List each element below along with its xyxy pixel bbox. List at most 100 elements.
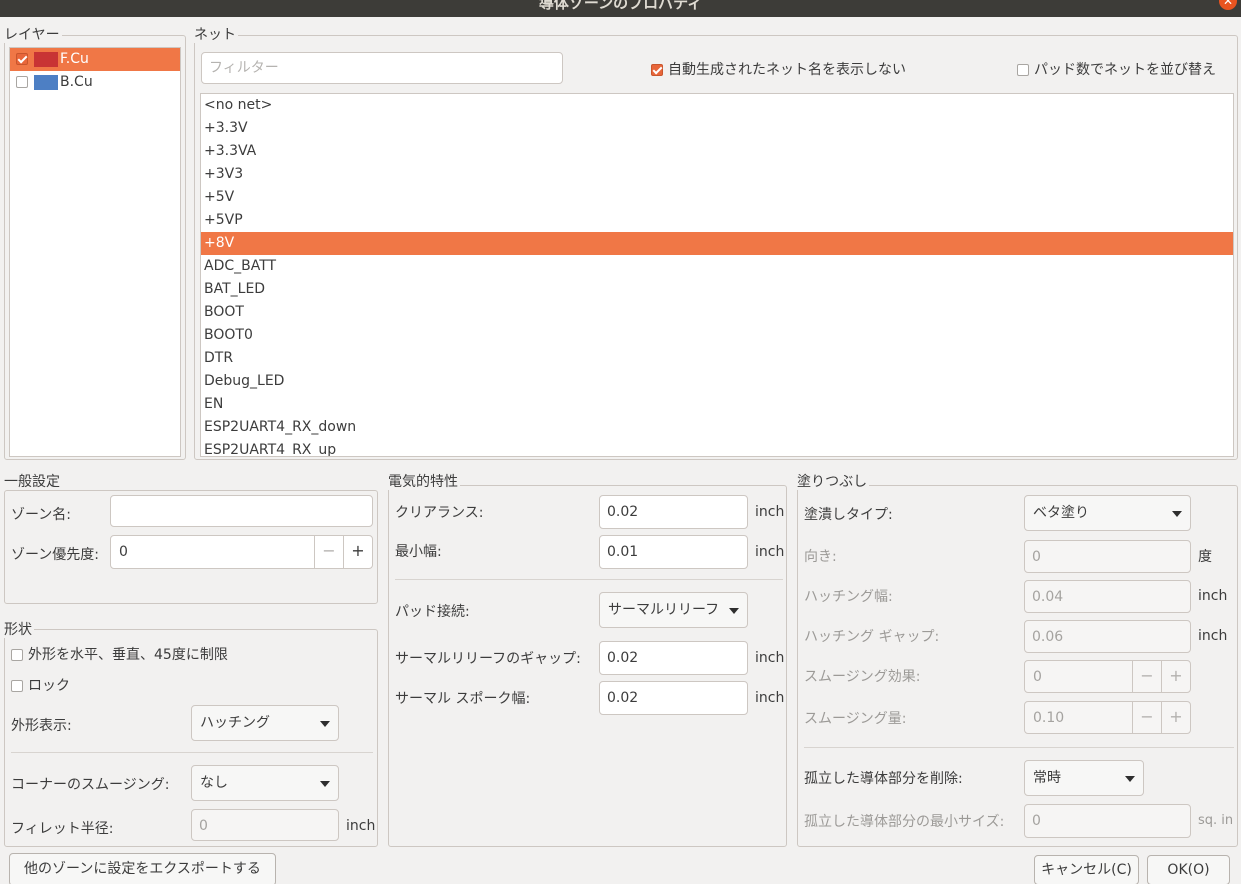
general-group-label: 一般設定 [4,474,62,490]
ok-button[interactable]: OK(O) [1147,855,1230,884]
net-list-item[interactable]: +3V3 [201,163,1233,186]
layer-fcu-label: F.Cu [60,51,89,67]
net-list-item[interactable]: <no net> [201,94,1233,117]
net-list-item[interactable]: Debug_LED [201,370,1233,393]
smoothing-amount-value: 0.10 [1033,710,1065,726]
min-width-unit: inch [755,544,785,560]
smoothing-amount-label: スムージング量: [804,711,907,727]
outline-display-label: 外形表示: [11,718,72,734]
smoothing-amount-decrement-button[interactable]: − [1132,702,1161,733]
smoothing-amount-increment-button[interactable]: + [1161,702,1190,733]
net-list-item[interactable]: +5V [201,186,1233,209]
net-list-item[interactable]: BOOT0 [201,324,1233,347]
smoothing-effect-value: 0 [1033,669,1042,685]
cancel-button[interactable]: キャンセル(C) [1034,855,1139,884]
layer-item-bcu[interactable]: B.Cu [10,71,180,94]
min-island-size-label: 孤立した導体部分の最小サイズ: [804,814,1005,830]
zone-priority-label: ゾーン優先度: [11,547,100,563]
net-list-item[interactable]: +8V [201,232,1233,255]
net-group-label: ネット [194,27,238,43]
window-title: 導体ゾーンのプロパティ [538,0,703,12]
clearance-label: クリアランス: [395,505,484,521]
zone-name-input[interactable] [110,495,373,527]
shape-group-label: 形状 [4,622,34,638]
smoothing-amount-spinner[interactable]: 0.10 − + [1024,701,1191,734]
clearance-input[interactable]: 0.02 [599,495,748,529]
remove-islands-combo[interactable]: 常時 [1024,760,1144,796]
lock-checkbox[interactable] [11,680,23,692]
electrical-separator [395,579,783,580]
hide-auto-nets-checkbox[interactable] [651,64,663,76]
layer-bcu-label: B.Cu [60,74,93,90]
corner-smoothing-label: コーナーのスムージング: [11,777,170,793]
zone-priority-value: 0 [119,544,128,560]
fillet-radius-label: フィレット半径: [11,821,114,837]
pad-connection-value: サーマルリリーフ [608,602,720,618]
net-list-item[interactable]: BAT_LED [201,278,1233,301]
layer-list[interactable]: F.Cu B.Cu [9,47,181,457]
shape-separator [11,752,373,753]
net-list-item[interactable]: EN [201,393,1233,416]
net-list-item[interactable]: ESP2UART4_RX_down [201,416,1233,439]
clearance-unit: inch [755,504,785,520]
thermal-gap-unit: inch [755,650,785,666]
orientation-label: 向き: [804,549,837,565]
fill-type-combo[interactable]: ベタ塗り [1024,495,1191,531]
spoke-width-unit: inch [755,690,785,706]
sort-by-pads-checkbox[interactable] [1017,64,1029,76]
hatch-width-label: ハッチング幅: [804,589,893,605]
min-width-label: 最小幅: [395,544,442,560]
export-settings-button[interactable]: 他のゾーンに設定をエクスポートする [9,853,276,884]
remove-islands-value: 常時 [1033,770,1061,786]
corner-smoothing-combo[interactable]: なし [191,765,339,801]
chevron-down-icon [729,608,739,614]
min-island-size-input[interactable]: 0 [1024,804,1191,838]
chevron-down-icon [320,781,330,787]
pad-connection-combo[interactable]: サーマルリリーフ [599,592,748,628]
net-list-item[interactable]: DTR [201,347,1233,370]
priority-decrement-button[interactable]: − [314,536,343,568]
priority-increment-button[interactable]: + [343,536,372,568]
outline-display-combo[interactable]: ハッチング [191,705,339,741]
chevron-down-icon [320,721,330,727]
net-list-item[interactable]: +3.3V [201,117,1233,140]
orientation-input[interactable]: 0 [1024,540,1191,573]
layer-bcu-checkbox[interactable] [16,76,28,88]
chevron-down-icon [1125,776,1135,782]
title-bar: 導体ゾーンのプロパティ ✕ [0,0,1241,17]
layer-fcu-checkbox[interactable] [16,53,28,65]
net-list-item[interactable]: +3.3VA [201,140,1233,163]
layer-item-fcu[interactable]: F.Cu [10,48,180,71]
smoothing-effect-label: スムージング効果: [804,669,921,685]
net-list-item[interactable]: ADC_BATT [201,255,1233,278]
smoothing-effect-decrement-button[interactable]: − [1132,661,1161,692]
hatch-width-input[interactable]: 0.04 [1024,580,1191,613]
net-list-item[interactable]: +5VP [201,209,1233,232]
constrain-outline-label: 外形を水平、垂直、45度に制限 [28,647,228,663]
fill-type-value: ベタ塗り [1033,505,1089,521]
smoothing-effect-spinner[interactable]: 0 − + [1024,660,1191,693]
hide-auto-nets-label: 自動生成されたネット名を表示しない [668,62,906,78]
net-filter-input[interactable]: フィルター [201,52,563,84]
zone-name-label: ゾーン名: [11,507,72,523]
chevron-down-icon [1172,511,1182,517]
constrain-outline-checkbox[interactable] [11,649,23,661]
min-island-size-unit: sq. in [1198,813,1234,828]
thermal-gap-label: サーマルリリーフのギャップ: [395,651,581,667]
net-list[interactable]: <no net> +3.3V +3.3VA +3V3 +5V +5VP +8V ADC_BAT… [200,93,1234,457]
bcu-color-swatch [34,75,58,90]
fill-group-label: 塗りつぶし [797,474,870,490]
spoke-width-input[interactable]: 0.02 [599,681,748,715]
zone-priority-spinner[interactable]: 0 − + [110,535,373,569]
hatch-gap-unit: inch [1198,628,1228,644]
fillet-radius-unit: inch [346,818,376,834]
lock-label: ロック [28,678,70,694]
net-list-item[interactable]: BOOT [201,301,1233,324]
min-width-input[interactable]: 0.01 [599,535,748,569]
layer-group-label: レイヤー [4,27,62,43]
smoothing-effect-increment-button[interactable]: + [1161,661,1190,692]
net-list-item[interactable]: ESP2UART4_RX_up [201,439,1233,456]
fillet-radius-input[interactable]: 0 [191,809,339,841]
hatch-gap-input[interactable]: 0.06 [1024,620,1191,653]
thermal-gap-input[interactable]: 0.02 [599,641,748,675]
